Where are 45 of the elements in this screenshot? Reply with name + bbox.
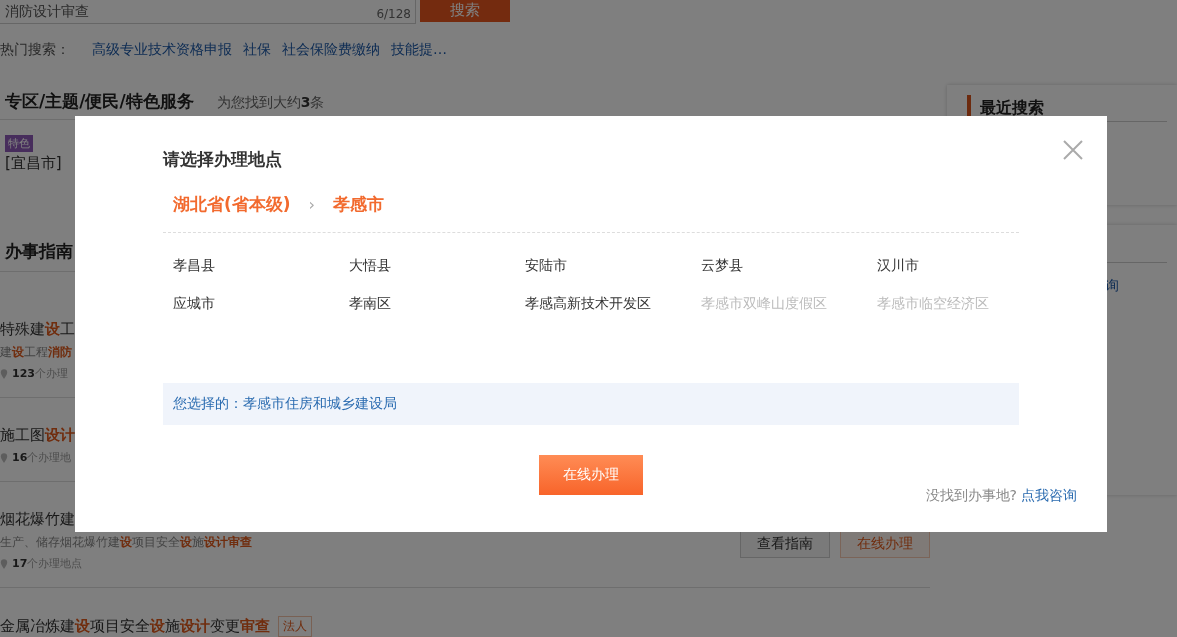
location-option: 孝感市双峰山度假区 [701, 295, 877, 313]
guide-title-link[interactable]: 金属冶炼建设项目安全设施设计变更审查 [0, 617, 270, 636]
search-field[interactable]: 消防设计审查 6/128 [0, 0, 416, 24]
online-apply-button[interactable]: 在线办理 [840, 530, 930, 558]
close-icon[interactable] [1063, 140, 1083, 160]
panel-title: 最近搜索 [980, 97, 1044, 119]
feature-tag: 特色 [5, 135, 33, 152]
location-option[interactable]: 大悟县 [349, 257, 525, 275]
search-button[interactable]: 搜索 [420, 0, 510, 22]
guide-title-link[interactable]: 特殊建设工 [0, 320, 75, 339]
hot-search-link[interactable]: 技能提… [391, 41, 447, 59]
hot-search-link[interactable]: 社保 [243, 41, 271, 59]
location-pin-icon [0, 368, 8, 379]
breadcrumb-item[interactable]: 孝感市 [332, 193, 384, 216]
guide-title-link[interactable]: 烟花爆竹建 [0, 510, 75, 529]
location-pin-icon [0, 558, 8, 569]
location-pin-icon [0, 452, 8, 463]
breadcrumb-item[interactable]: 湖北省(省本级) [173, 193, 291, 216]
section-title: 办事指南 [5, 240, 73, 263]
legal-person-tag: 法人 [278, 616, 312, 637]
hot-search-link[interactable]: 高级专业技术资格申报 [92, 41, 232, 59]
breadcrumb-separator: › [308, 195, 315, 214]
location-option: 孝感市临空经济区 [877, 295, 1053, 313]
online-apply-button[interactable]: 在线办理 [539, 455, 643, 495]
result-count: 为您找到大约3条 [216, 94, 325, 112]
location-option[interactable]: 云梦县 [701, 257, 877, 275]
guide-description: 建设工程消防 [0, 344, 73, 361]
selection-label: 您选择的： [173, 395, 243, 413]
help-text: 没找到办事地? [925, 487, 1017, 503]
dialog-title: 请选择办理地点 [163, 148, 283, 171]
consult-link[interactable]: 点我咨询 [1021, 487, 1077, 503]
location-option[interactable]: 安陆市 [525, 257, 701, 275]
hot-search-label: 热门搜索： [0, 41, 70, 59]
location-option[interactable]: 应城市 [173, 295, 349, 313]
section-title: 专区/主题/便民/特色服务 [5, 90, 194, 113]
guide-title-link[interactable]: 施工图设计 [0, 426, 75, 445]
selected-department: 孝感市住房和城乡建设局 [243, 395, 397, 413]
location-option[interactable]: 汉川市 [877, 257, 1053, 275]
consult-link[interactable]: 询 [1105, 277, 1167, 295]
location-option[interactable]: 孝感高新技术开发区 [525, 295, 701, 313]
location-option[interactable]: 孝南区 [349, 295, 525, 313]
hot-search-link[interactable]: 社会保险费缴纳 [282, 41, 380, 59]
location-option[interactable]: 孝昌县 [173, 257, 349, 275]
view-guide-button[interactable]: 查看指南 [740, 530, 830, 558]
character-counter: 6/128 [376, 7, 411, 21]
